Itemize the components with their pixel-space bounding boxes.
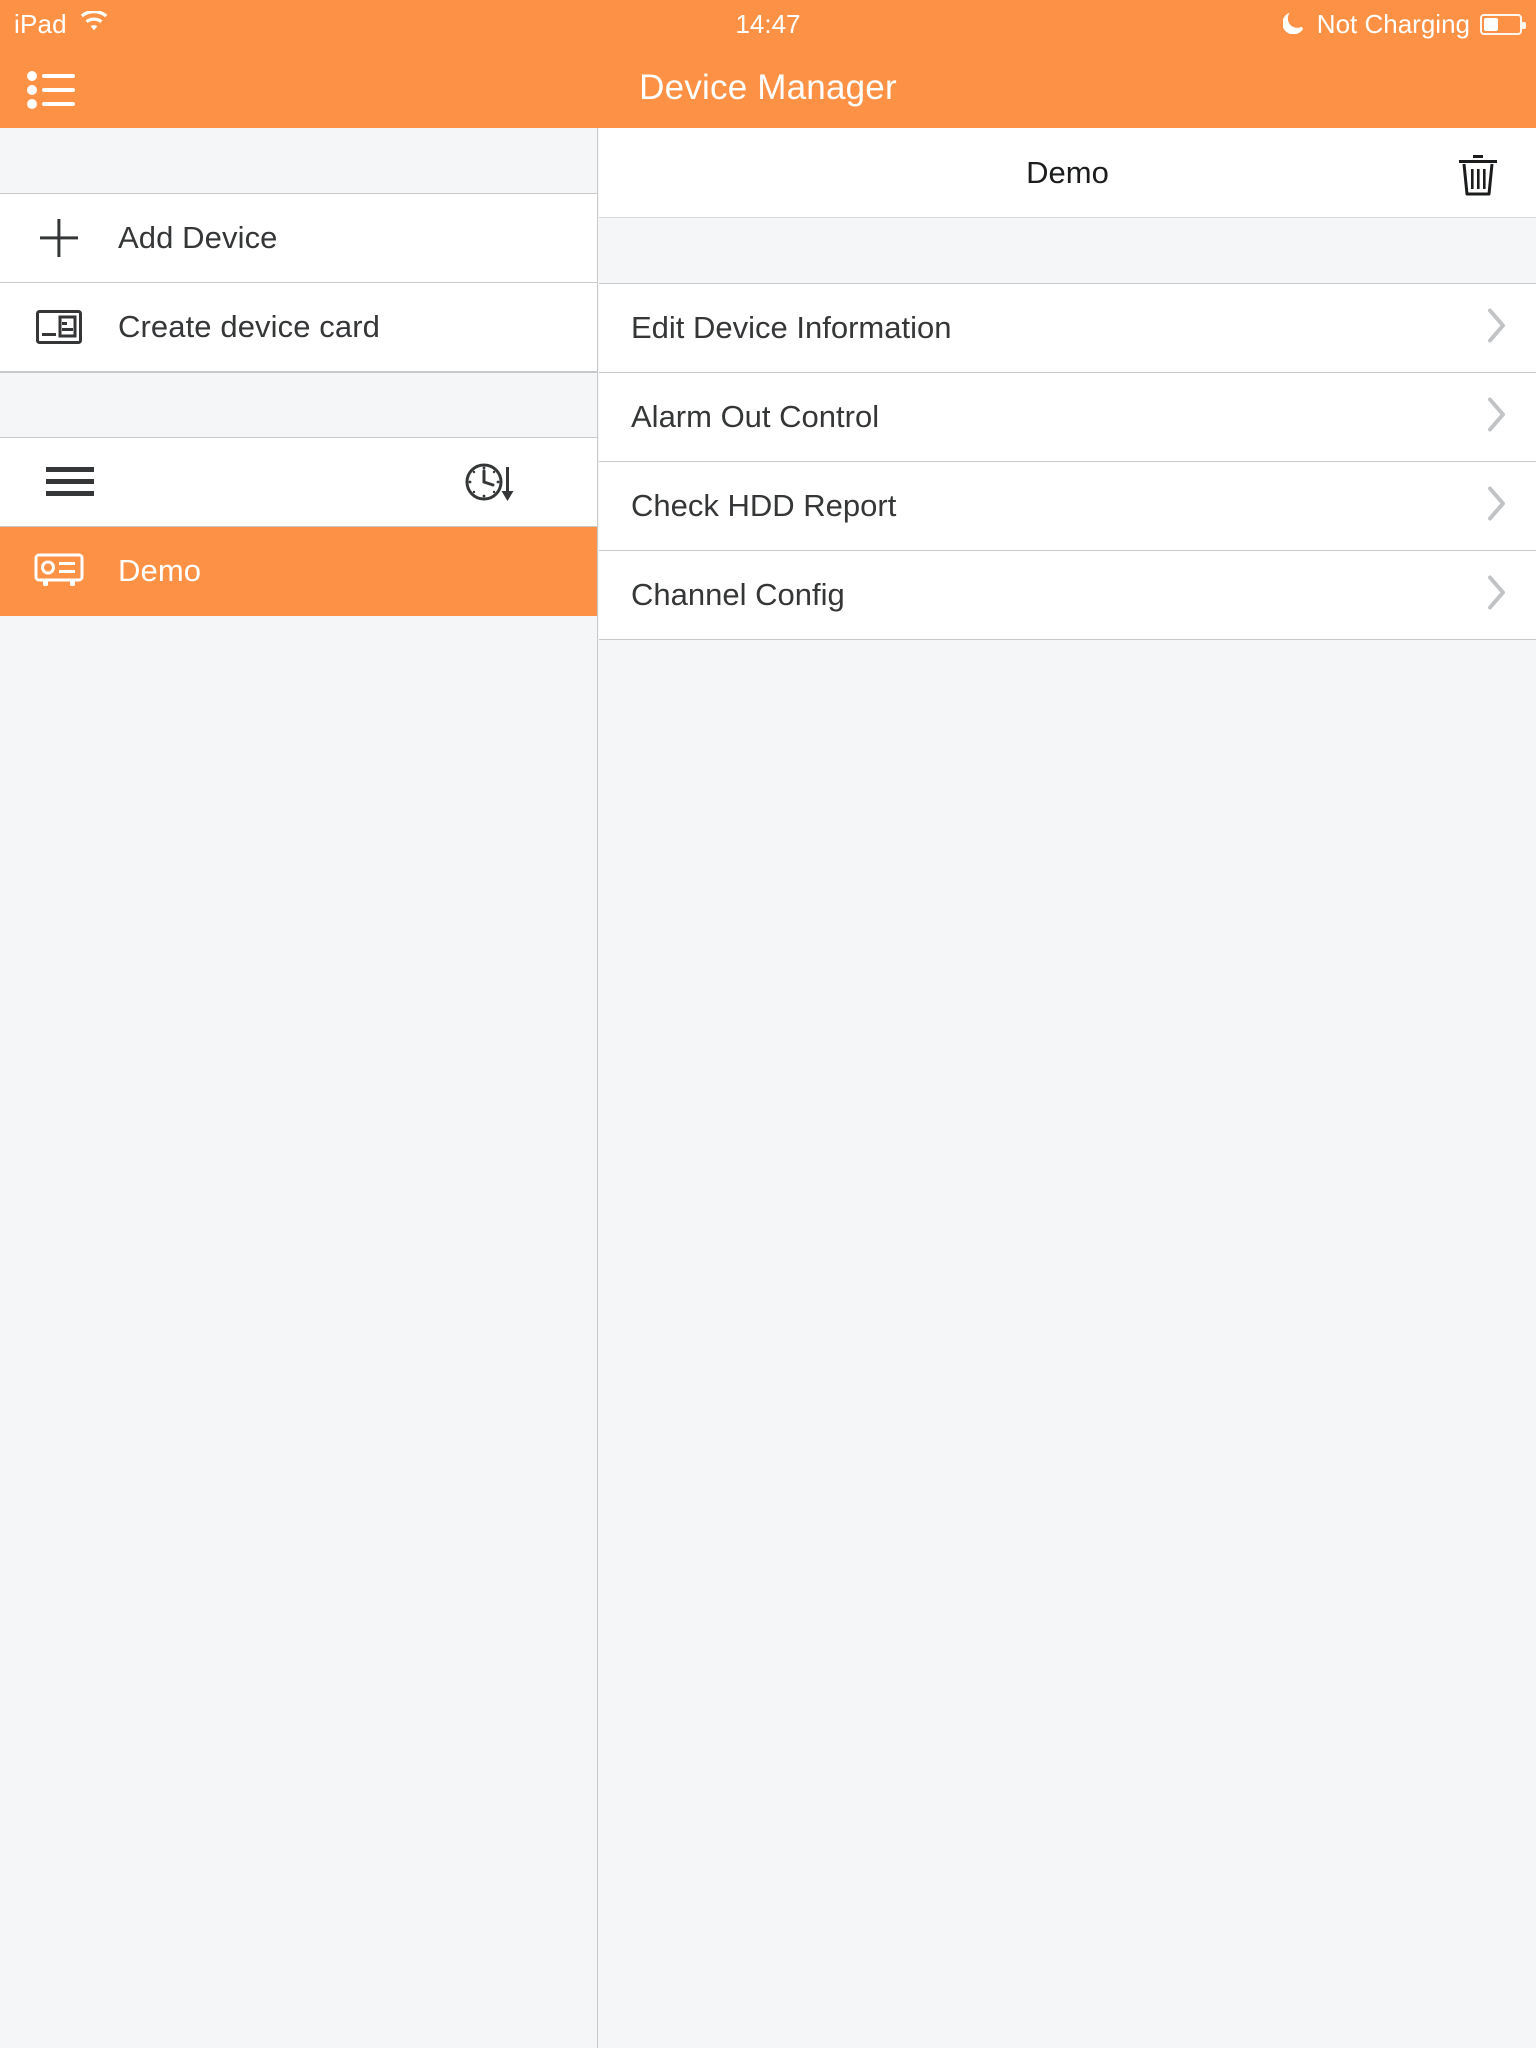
device-card-icon — [0, 310, 118, 344]
detail-menu-label: Edit Device Information — [631, 310, 952, 345]
battery-fill — [1484, 17, 1499, 31]
trash-icon[interactable] — [1450, 146, 1506, 202]
detail-empty-area — [599, 640, 1536, 2048]
sidebar-section-spacer — [0, 372, 597, 438]
plus-icon — [0, 217, 118, 259]
clock-arrow-down-icon[interactable] — [455, 438, 525, 526]
detail-menu-label: Channel Config — [631, 577, 845, 612]
chevron-right-icon — [1486, 307, 1508, 350]
detail-menu-label: Alarm Out Control — [631, 399, 880, 434]
sidebar-item-label: Create device card — [118, 309, 380, 344]
sidebar-item-label: Demo — [118, 553, 202, 588]
battery-status-label: Not Charging — [1316, 8, 1470, 39]
device-manager-screen: iPad 14:47 Not Charging Device Manager A… — [0, 0, 1536, 2048]
detail-menu-label: Check HDD Report — [631, 488, 897, 523]
moon-icon — [1282, 8, 1307, 41]
status-bar-right: Not Charging — [1282, 8, 1526, 41]
detail-menu-item-channel-config[interactable]: Channel Config — [599, 551, 1536, 640]
chevron-right-icon — [1486, 485, 1508, 528]
navigation-bar: Device Manager — [0, 48, 1536, 128]
hamburger-icon[interactable] — [46, 438, 126, 526]
detail-menu-item-alarm-out-control[interactable]: Alarm Out Control — [599, 373, 1536, 462]
detail-section-spacer — [599, 218, 1536, 284]
battery-icon — [1480, 13, 1526, 35]
sidebar-toolbar — [0, 438, 597, 527]
detail-title: Demo — [1026, 155, 1109, 190]
detail-panel: Demo Edit Device Information Alarm Out C… — [599, 128, 1536, 2048]
sidebar-item-create-device-card[interactable]: Create device card — [0, 283, 597, 372]
detail-header: Demo — [599, 128, 1536, 218]
dvr-device-icon — [0, 553, 118, 589]
sidebar-item-demo[interactable]: Demo — [0, 527, 597, 616]
detail-menu-item-check-hdd-report[interactable]: Check HDD Report — [599, 462, 1536, 551]
chevron-right-icon — [1486, 396, 1508, 439]
sidebar-top-spacer — [0, 128, 597, 194]
detail-menu-item-edit-device-information[interactable]: Edit Device Information — [599, 284, 1536, 373]
content-area: Add Device Create device card Demo Demo … — [0, 128, 1536, 2048]
page-title: Device Manager — [639, 68, 897, 107]
sidebar-empty-area — [0, 616, 597, 1976]
status-bar: iPad 14:47 Not Charging — [0, 0, 1536, 48]
sidebar-item-add-device[interactable]: Add Device — [0, 194, 597, 283]
sidebar-item-label: Add Device — [118, 220, 278, 255]
chevron-right-icon — [1486, 574, 1508, 617]
sidebar: Add Device Create device card Demo — [0, 128, 598, 2048]
